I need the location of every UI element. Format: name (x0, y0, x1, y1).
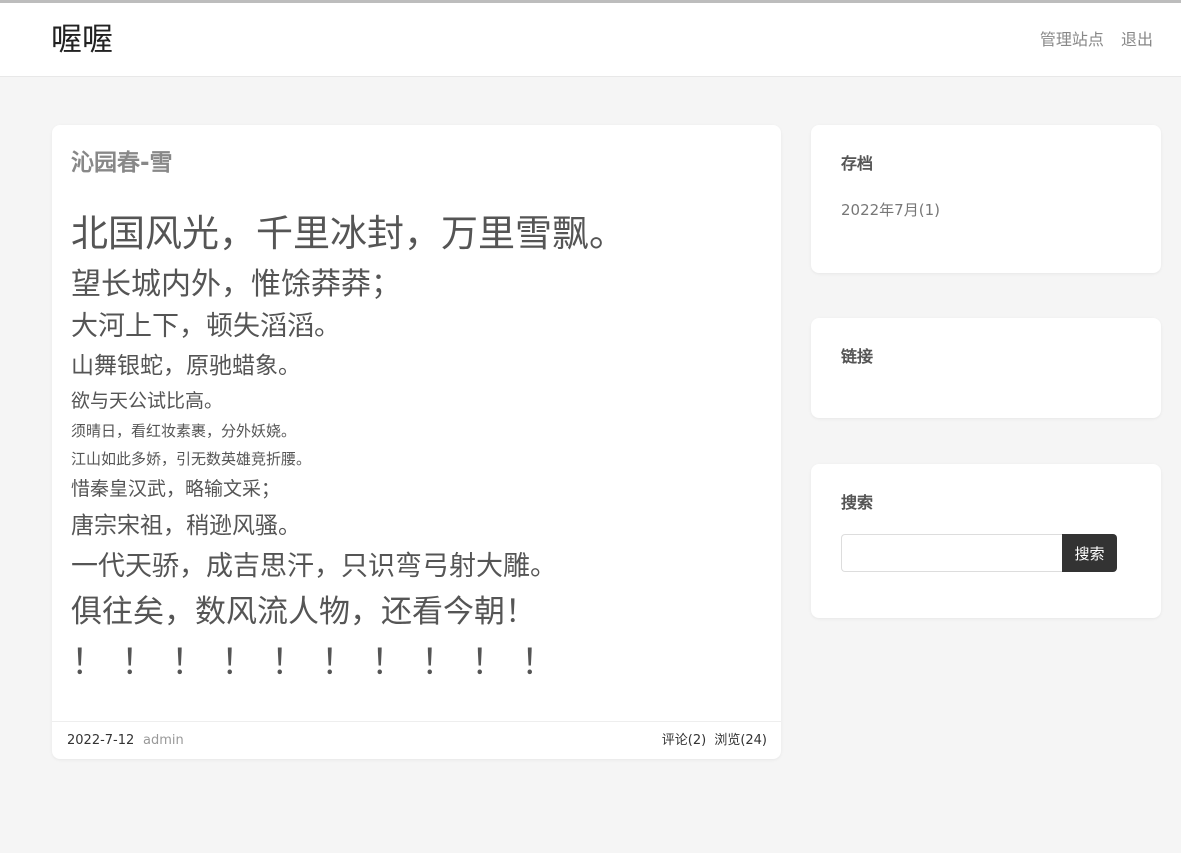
archive-widget: 存档 2022年7月(1) (811, 125, 1161, 273)
search-widget: 搜索 搜索 (811, 464, 1161, 618)
poem-line: 江山如此多娇，引无数英雄竞折腰。 (71, 450, 312, 468)
post-date: 2022-7-12 (67, 733, 135, 748)
poem-line: 山舞银蛇，原驰蜡象。 (71, 353, 301, 379)
site-title[interactable]: 喔喔 (51, 21, 113, 59)
poem-line: 北国风光，千里冰封，万里雪飘。 (71, 212, 626, 255)
archive-item[interactable]: 2022年7月(1) (841, 200, 940, 220)
poem-line: ！！！！！！！！！！ (71, 643, 572, 683)
post-stats: 评论(2) 浏览(24) (658, 722, 767, 760)
links-widget: 链接 (811, 318, 1161, 418)
post-content: 北国风光，千里冰封，万里雪飘。 望长城内外，惟馀莽莽； 大河上下，顿失滔滔。 山… (71, 205, 761, 690)
poem-line: 一代天骄，成吉思汗，只识弯弓射大雕。 (71, 551, 557, 582)
archive-title: 存档 (841, 154, 874, 173)
manage-site-link[interactable]: 管理站点 (1040, 30, 1104, 49)
poem-line: 欲与天公试比高。 (71, 390, 224, 412)
poem-line: 望长城内外，惟馀莽莽； (71, 267, 401, 302)
views-count: 浏览(24) (714, 733, 767, 748)
top-nav: 管理站点 退出 (1028, 30, 1153, 50)
comments-count[interactable]: 评论(2) (662, 733, 706, 748)
poem-line: 须晴日，看红妆素裹，分外妖娆。 (71, 422, 297, 440)
search-button[interactable]: 搜索 (1062, 534, 1117, 572)
poem-line: 大河上下，顿失滔滔。 (71, 311, 341, 342)
logout-link[interactable]: 退出 (1121, 30, 1153, 49)
search-title: 搜索 (841, 493, 874, 512)
post-author[interactable]: admin (143, 722, 184, 760)
post-title[interactable]: 沁园春-雪 (71, 148, 173, 178)
site-header: 喔喔 管理站点 退出 (0, 3, 1181, 77)
post-card: 沁园春-雪 北国风光，千里冰封，万里雪飘。 望长城内外，惟馀莽莽； 大河上下，顿… (52, 125, 781, 759)
poem-line: 惜秦皇汉武，略输文采； (71, 478, 281, 500)
search-input[interactable] (841, 534, 1063, 572)
post-footer: 2022-7-12 admin 评论(2) 浏览(24) (52, 721, 781, 759)
poem-line: 唐宗宋祖，稍逊风骚。 (71, 513, 301, 539)
poem-line: 俱往矣，数风流人物，还看今朝！ (71, 594, 536, 630)
links-title: 链接 (841, 347, 874, 366)
